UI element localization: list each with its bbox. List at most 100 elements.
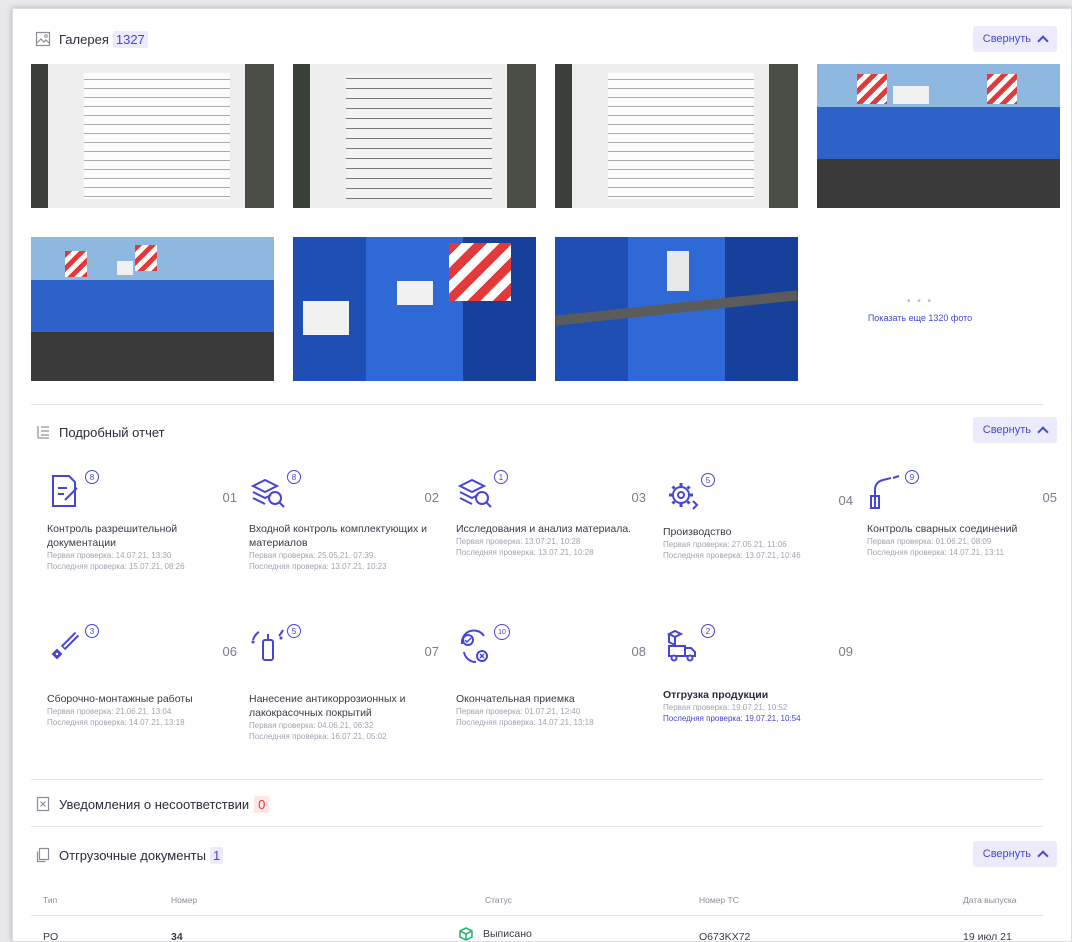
shipping-truck-icon xyxy=(666,629,696,662)
row-type: PO xyxy=(43,931,59,942)
gallery-photo-5[interactable] xyxy=(31,237,274,381)
welding-torch-icon xyxy=(870,475,900,509)
report-step-01[interactable]: 8 01 Контроль разрешительной документаци… xyxy=(47,470,247,592)
column-header-vehicle[interactable]: Номер ТС xyxy=(699,895,739,905)
step-badge: 10 xyxy=(494,624,510,640)
step-number: 04 xyxy=(838,493,853,508)
step-last-check: Последняя проверка: 13.07.21, 10:23 xyxy=(249,562,387,571)
step-title: Сборочно-монтажные работы xyxy=(47,693,193,705)
main-card: Галерея 1327 Свернуть • • • Показать еще… xyxy=(12,8,1072,942)
column-header-date[interactable]: Дата выпуска xyxy=(963,895,1016,905)
step-first-check: Первая проверка: 01.06.21, 08:09 xyxy=(867,537,992,546)
step-badge: 8 xyxy=(85,470,99,484)
step-number: 01 xyxy=(222,490,237,505)
divider xyxy=(31,779,1043,780)
gallery-collapse-button[interactable]: Свернуть xyxy=(972,26,1057,52)
row-status: Выписано xyxy=(459,927,532,941)
more-dots: • • • xyxy=(906,295,934,307)
report-step-08[interactable]: 10 08 Окончательная приемка Первая прове… xyxy=(456,624,656,746)
report-step-02[interactable]: 8 02 Входной контроль комплектующих и ма… xyxy=(249,470,449,592)
shipping-collapse-button[interactable]: Свернуть xyxy=(972,841,1057,867)
step-number: 02 xyxy=(424,490,439,505)
package-icon xyxy=(459,927,473,941)
step-last-check: Последняя проверка: 15.07.21, 08:26 xyxy=(47,562,185,571)
step-last-check: Последняя проверка: 16.07.21, 05:02 xyxy=(249,732,387,741)
step-title: Окончательная приемка xyxy=(456,693,575,705)
step-badge: 8 xyxy=(287,470,301,484)
column-header-status[interactable]: Статус xyxy=(485,895,512,905)
shipping-header: Отгрузочные документы 1 xyxy=(35,845,224,865)
production-gear-icon xyxy=(669,483,699,510)
step-content: Входной контроль комплектующих и материа… xyxy=(249,522,449,572)
step-first-check: Первая проверка: 27.05.21, 11:06 xyxy=(663,540,787,549)
step-last-check: Последняя проверка: 14.07.21, 13:18 xyxy=(47,718,185,727)
step-first-check: Первая проверка: 14.07.21, 13:30 xyxy=(47,551,172,560)
report-step-09[interactable]: 2 09 Отгрузка продукции Первая проверка:… xyxy=(663,624,863,746)
collapse-label: Свернуть xyxy=(982,848,1031,860)
nonconformity-doc-icon xyxy=(36,796,50,812)
gallery-photo-4[interactable] xyxy=(817,64,1060,208)
step-badge: 5 xyxy=(287,624,301,638)
step-content: Нанесение антикоррозионных и лакокрасочн… xyxy=(249,692,449,742)
report-step-03[interactable]: 1 03 Исследования и анализ материала. Пе… xyxy=(456,470,656,592)
shipping-docs-icon xyxy=(36,847,50,863)
step-first-check: Первая проверка: 19.07.21, 10:52 xyxy=(663,703,788,712)
step-last-check: Последняя проверка: 14.07.21, 13:18 xyxy=(456,718,594,727)
row-date: 19 июл 21 xyxy=(963,931,1012,942)
step-content: Контроль разрешительной документации Пер… xyxy=(47,522,247,572)
collapse-label: Свернуть xyxy=(982,33,1031,45)
step-content: Сборочно-монтажные работы Первая проверк… xyxy=(47,692,247,728)
step-badge: 9 xyxy=(905,470,919,484)
step-first-check: Первая проверка: 25.05.21, 07:39 xyxy=(249,551,374,560)
collapse-label: Свернуть xyxy=(982,424,1031,436)
gallery-photo-2[interactable] xyxy=(293,64,536,208)
step-content: Отгрузка продукции Первая проверка: 19.0… xyxy=(663,688,863,724)
gallery-photo-6[interactable] xyxy=(293,237,536,381)
report-collapse-button[interactable]: Свернуть xyxy=(972,417,1057,443)
step-number: 05 xyxy=(1042,490,1057,505)
step-first-check: Первая проверка: 01.07.21, 12:40 xyxy=(456,707,581,716)
chevron-up-icon xyxy=(1037,426,1049,438)
gallery-photo-7[interactable] xyxy=(555,237,798,381)
acceptance-cycle-icon xyxy=(460,629,488,664)
report-step-07[interactable]: 5 07 Нанесение антикоррозионных и лакокр… xyxy=(249,624,449,746)
bolt-nut-icon xyxy=(51,631,80,660)
row-number-link[interactable]: 34 xyxy=(171,931,183,941)
list-icon xyxy=(37,426,49,439)
notices-count-badge: 0 xyxy=(254,795,270,813)
step-title: Входной контроль комплектующих и материа… xyxy=(249,523,428,549)
step-last-check: Последняя проверка: 13.07.21, 10:46 xyxy=(663,551,801,560)
gallery-count-badge: 1327 xyxy=(112,30,148,48)
step-last-check: Последняя проверка: 19.07.21, 10:54 xyxy=(663,714,801,723)
step-badge: 2 xyxy=(701,624,715,638)
step-badge: 1 xyxy=(494,470,508,484)
notices-header[interactable]: Уведомления о несоответствии 0 xyxy=(35,794,270,814)
step-content: Исследования и анализ материала. Первая … xyxy=(456,522,656,558)
show-more-link[interactable]: Показать еще 1320 фото xyxy=(868,313,972,323)
step-title: Исследования и анализ материала. xyxy=(456,523,632,535)
paint-coating-icon xyxy=(251,629,284,661)
column-header-type[interactable]: Тип xyxy=(43,895,57,905)
report-step-04[interactable]: 5 04 Производство Первая проверка: 27.05… xyxy=(663,473,863,595)
chevron-up-icon xyxy=(1037,850,1049,862)
report-title: Подробный отчет xyxy=(59,424,165,440)
step-badge: 3 xyxy=(85,624,99,638)
report-step-05[interactable]: 9 05 Контроль сварных соединений Первая … xyxy=(867,470,1067,592)
step-number: 06 xyxy=(222,644,237,659)
gallery-photo-3[interactable] xyxy=(555,64,798,208)
chevron-up-icon xyxy=(1037,35,1049,47)
shipping-title: Отгрузочные документы xyxy=(59,847,206,863)
status-text: Выписано xyxy=(483,928,532,940)
gallery-photo-1[interactable] xyxy=(31,64,274,208)
image-icon xyxy=(35,31,51,47)
step-content: Окончательная приемка Первая проверка: 0… xyxy=(456,692,656,728)
step-title: Нанесение антикоррозионных и лакокрасочн… xyxy=(249,693,406,719)
column-header-number[interactable]: Номер xyxy=(171,895,197,905)
report-step-06[interactable]: 3 06 Сборочно-монтажные работы Первая пр… xyxy=(47,624,247,746)
materials-search-icon xyxy=(250,478,285,508)
step-title: Отгрузка продукции xyxy=(663,689,769,701)
gallery-title: Галерея xyxy=(59,31,109,47)
step-title: Производство xyxy=(663,526,732,538)
step-number: 07 xyxy=(424,644,439,659)
show-more-photos[interactable]: • • • Показать еще 1320 фото xyxy=(799,237,1041,381)
